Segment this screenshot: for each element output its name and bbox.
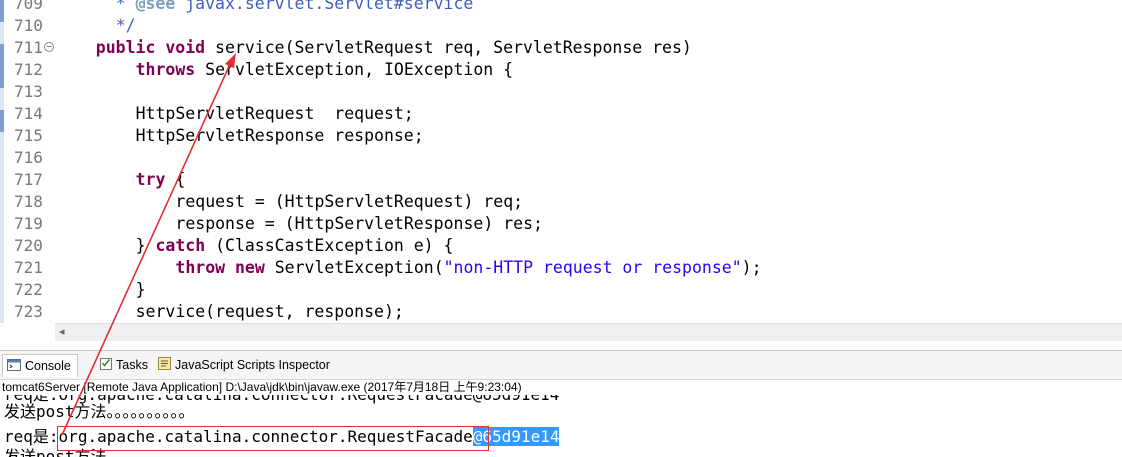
code-line: 719 response = (HttpServletResponse) res; — [0, 213, 1122, 235]
console-line-prefix: req是: — [4, 427, 59, 446]
code-line: 710 */ — [0, 15, 1122, 37]
inspector-icon — [158, 355, 171, 377]
line-number: 717 — [14, 170, 43, 189]
code-line: 720} catch (ClassCastException e) { — [0, 235, 1122, 257]
line-number: 715 — [14, 126, 43, 145]
console-line: 发送post方法。。。。。。。。。。 — [4, 402, 195, 421]
code-token: (ClassCastException e) { — [205, 236, 454, 255]
line-number: 719 — [14, 214, 43, 233]
line-number: 721 — [14, 258, 43, 277]
keyword-token: catch — [155, 236, 206, 255]
console-process-title: tomcat6Server [Remote Java Application] … — [2, 380, 522, 394]
line-number: 713 — [14, 82, 43, 101]
code-token: ServletException, IOException { — [195, 60, 514, 79]
code-text: throw new ServletException("non-HTTP req… — [175, 257, 761, 279]
comment-token: javax.servlet.Servlet#service — [175, 0, 474, 13]
code-line: 709 * @see javax.servlet.Servlet#service — [0, 0, 1122, 15]
tab-console[interactable]: Console — [2, 354, 78, 377]
code-text: request = (HttpServletRequest) req; — [175, 191, 523, 213]
code-text: response = (HttpServletResponse) res; — [175, 213, 543, 235]
keyword-token: void — [165, 38, 206, 57]
line-number: 714 — [14, 104, 43, 123]
code-text: HttpServletResponse response; — [136, 125, 424, 147]
code-line: 714 HttpServletRequest request; — [0, 103, 1122, 125]
code-text: } — [136, 279, 146, 301]
code-line: 716 — [0, 147, 1122, 169]
tab-tasks[interactable]: Tasks — [96, 354, 154, 376]
code-line: 711− public void service(ServletRequest r… — [0, 37, 1122, 59]
code-token: service(request, response); — [135, 302, 404, 321]
scroll-left-arrow-icon[interactable]: ◂ — [59, 325, 65, 338]
line-number: 722 — [14, 280, 43, 299]
code-token: { — [165, 170, 186, 189]
tab-javascript-scripts-inspector[interactable]: JavaScript Scripts Inspector — [154, 354, 336, 376]
code-line: 712 throws ServletException, IOException … — [0, 59, 1122, 81]
keyword-token: try — [135, 170, 166, 189]
string-token: "non-HTTP request or response" — [443, 258, 742, 277]
code-token: service(ServletRequest req, ServletRespo… — [205, 38, 692, 57]
keyword-token: new — [235, 258, 265, 277]
code-line: 722} — [0, 279, 1122, 301]
code-text: service(request, response); — [136, 301, 404, 323]
code-line: 721 throw new ServletException("non-HTTP … — [0, 257, 1122, 279]
line-number: 723 — [14, 302, 43, 321]
tab-javascript-scripts-inspector-label: JavaScript Scripts Inspector — [175, 358, 330, 372]
code-text: */ — [116, 15, 136, 37]
code-token: ServletException( — [264, 258, 444, 277]
tab-tasks-label: Tasks — [116, 358, 148, 372]
code-editor[interactable]: 709 * @see javax.servlet.Servlet#service 7… — [0, 0, 1122, 323]
code-text: throws ServletException, IOException { — [136, 59, 514, 81]
code-line: 723 service(request, response); — [0, 301, 1122, 323]
code-text: * @see javax.servlet.Servlet#service — [116, 0, 474, 15]
code-token: HttpServletResponse response; — [135, 126, 424, 145]
code-token: } — [135, 236, 156, 255]
code-token: response = (HttpServletResponse) res; — [175, 214, 543, 233]
line-number: 710 — [14, 16, 43, 35]
line-number: 720 — [14, 236, 43, 255]
comment-token: * — [115, 0, 136, 13]
code-text: HttpServletRequest request; — [136, 103, 414, 125]
keyword-token: public — [95, 38, 156, 57]
tasks-icon — [100, 355, 112, 377]
code-line: 717 try { — [0, 169, 1122, 191]
code-token: request = (HttpServletRequest) req; — [175, 192, 524, 211]
code-line: 715 HttpServletResponse response; — [0, 125, 1122, 147]
fold-toggle-icon[interactable]: − — [44, 42, 54, 52]
code-text: } catch (ClassCastException e) { — [136, 235, 454, 257]
keyword-token: throw — [175, 258, 226, 277]
line-number: 711 — [14, 38, 43, 57]
code-line: 718 request = (HttpServletRequest) req; — [0, 191, 1122, 213]
comment-token: */ — [115, 16, 136, 35]
tab-console-label: Console — [25, 359, 71, 373]
code-text: try { — [136, 169, 186, 191]
line-number: 709 — [14, 0, 43, 13]
code-token: ); — [741, 258, 762, 277]
console-icon — [7, 356, 21, 378]
code-line: 713 — [0, 81, 1122, 103]
keyword-token: throws — [135, 60, 196, 79]
code-token: HttpServletRequest request; — [135, 104, 414, 123]
code-token: } — [135, 280, 146, 299]
red-highlight-box — [57, 426, 489, 451]
line-number: 718 — [14, 192, 43, 211]
view-tab-bar: Console Tasks JavaScript Scripts Inspect… — [0, 350, 1122, 380]
line-number: 716 — [14, 148, 43, 167]
code-text: public void service(ServletRequest req, … — [96, 37, 692, 59]
line-number: 712 — [14, 60, 43, 79]
comment-token: @see — [135, 0, 176, 13]
horizontal-scrollbar[interactable]: ◂ — [55, 323, 1122, 341]
